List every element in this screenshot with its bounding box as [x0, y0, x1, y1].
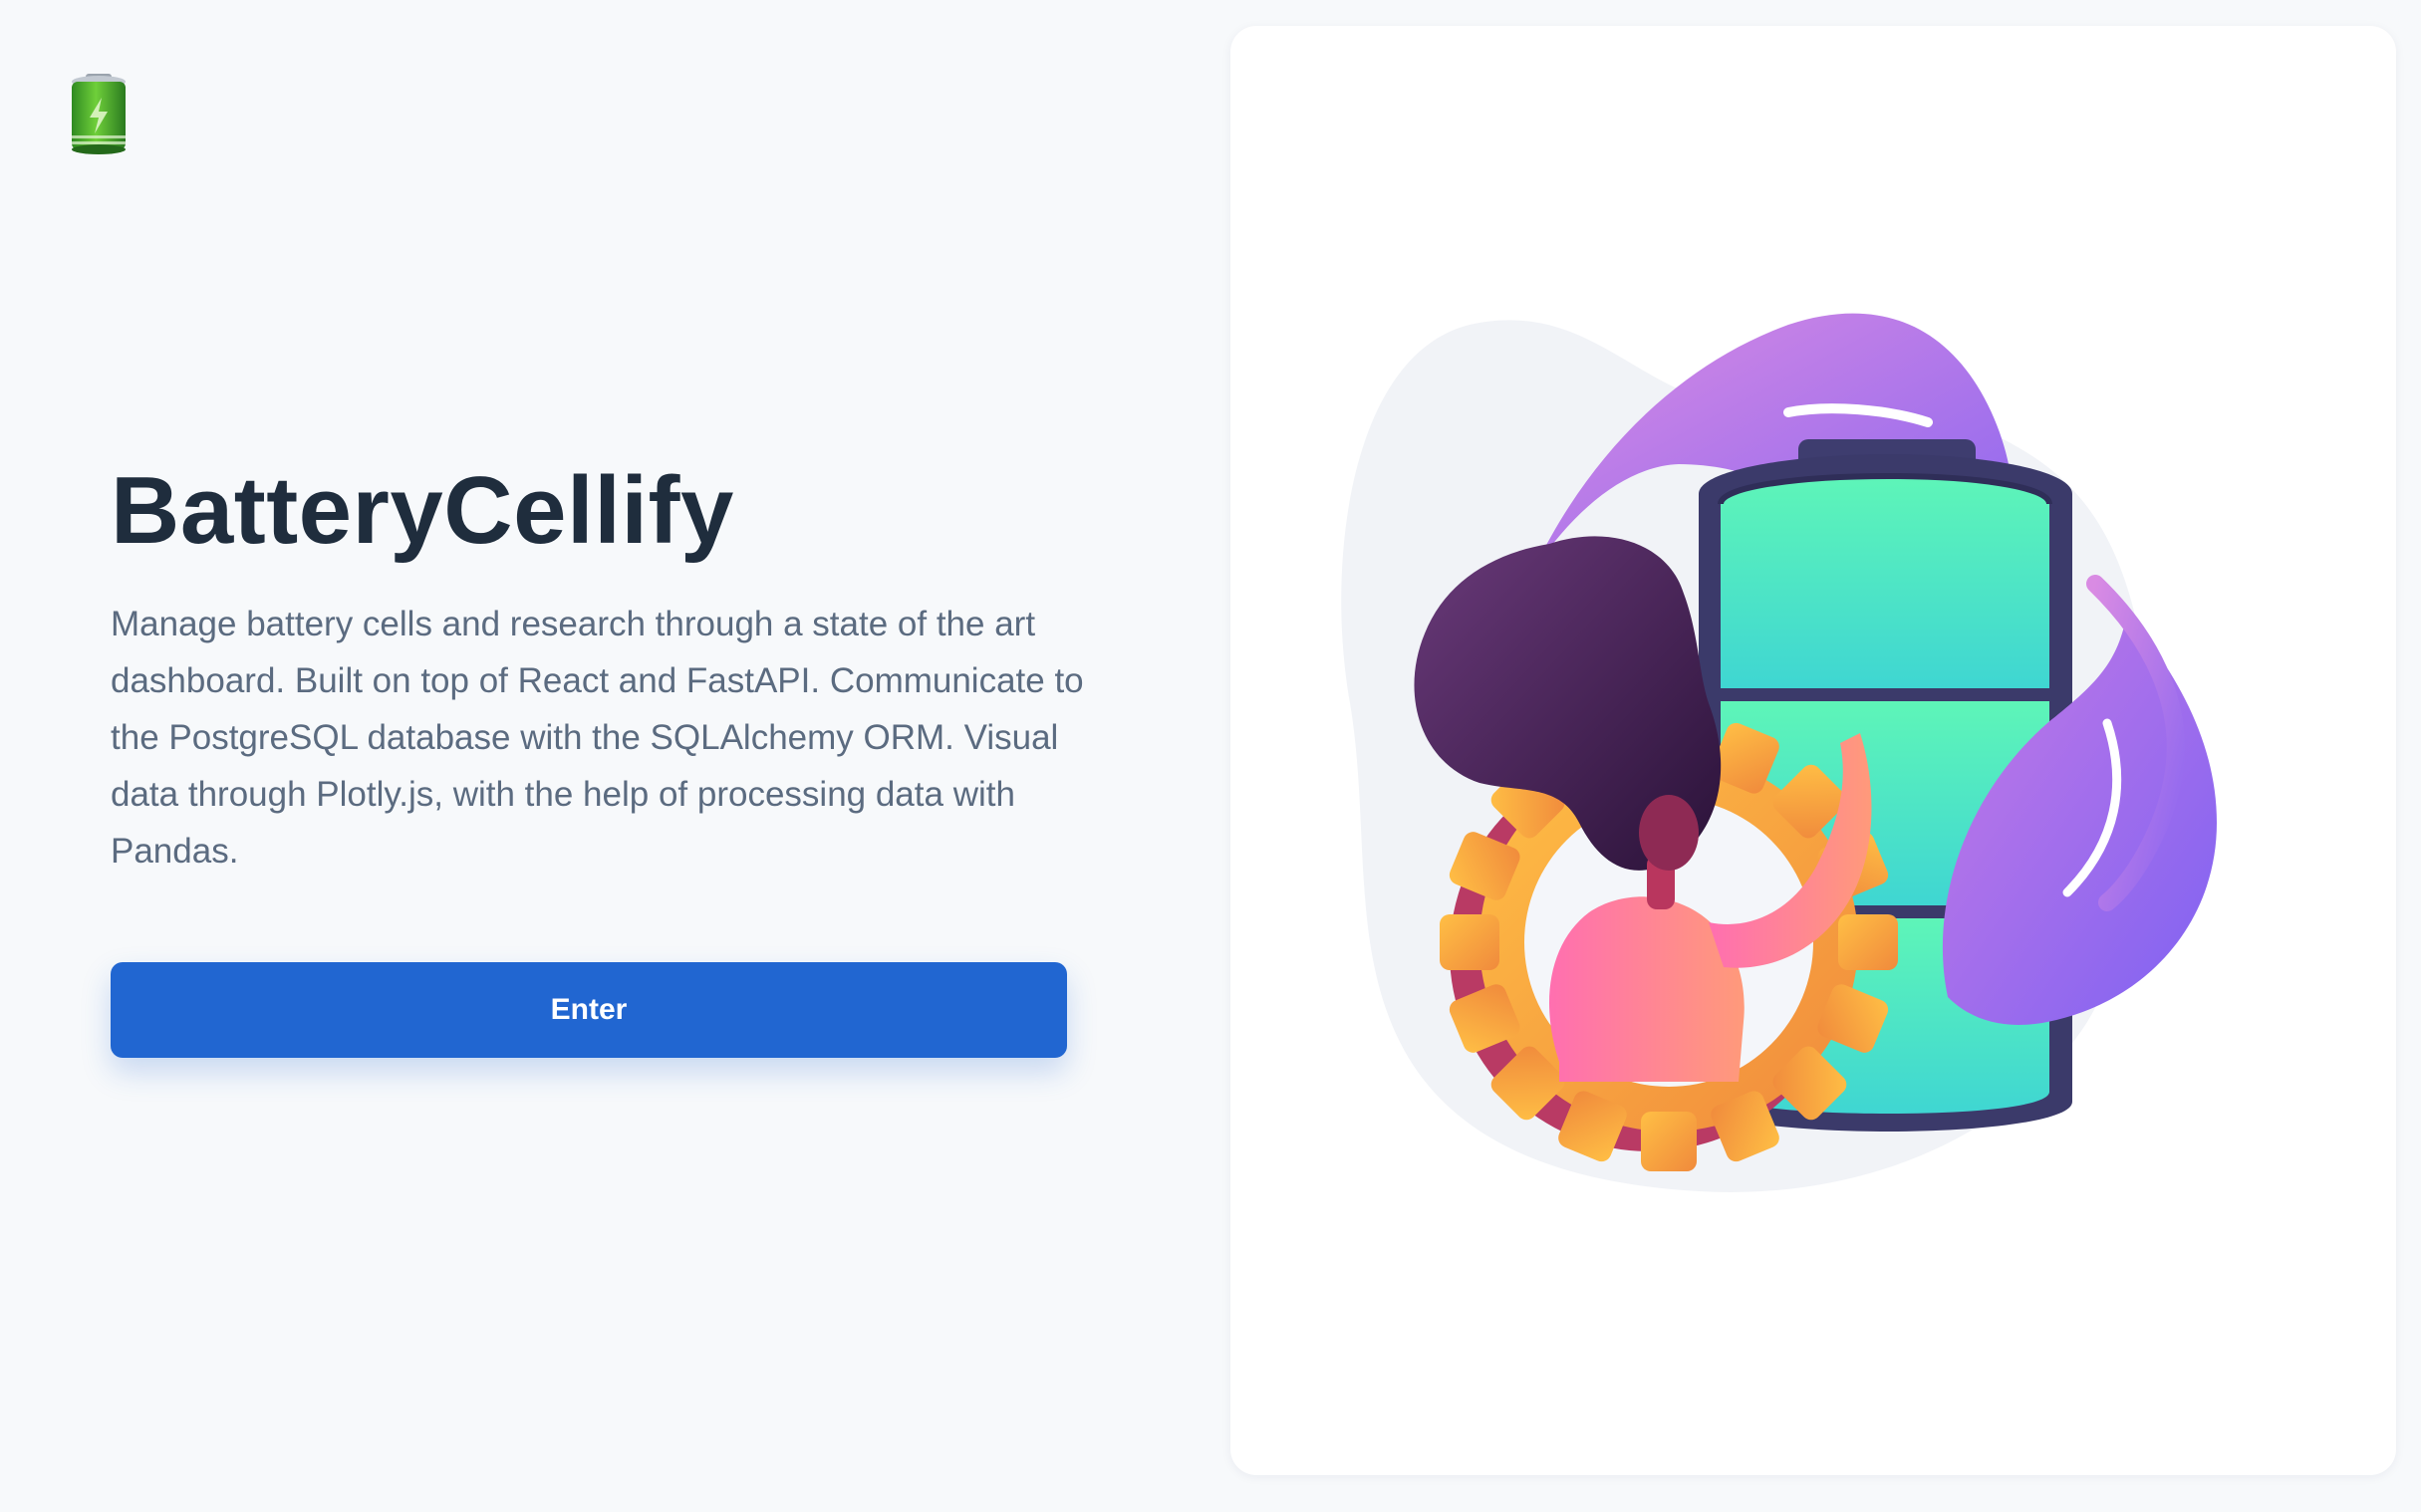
app-description: Manage battery cells and research throug… — [111, 604, 1084, 871]
battery-logo-icon — [68, 72, 130, 155]
app-title: BatteryCellify — [111, 457, 734, 564]
hero-section: BatteryCellify Manage battery cells and … — [111, 458, 1087, 880]
enter-button[interactable]: Enter — [111, 962, 1067, 1058]
battery-gear-person-illustration-icon — [1341, 313, 2217, 1192]
illustration-card — [1230, 26, 2396, 1475]
landing-page: BatteryCellify Manage battery cells and … — [0, 0, 2421, 1512]
